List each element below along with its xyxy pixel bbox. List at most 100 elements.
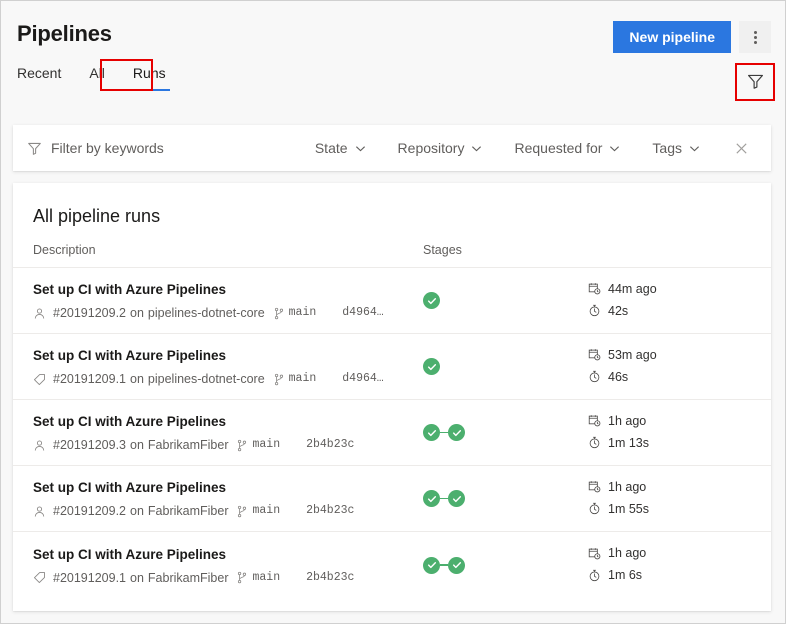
search-input[interactable]: Filter by keywords [51,140,164,156]
on-text: on [130,305,144,321]
run-id: #20191209.1 [53,371,126,387]
stage-success-icon[interactable] [423,424,440,441]
branch-name: main [289,305,317,321]
table-row[interactable]: Set up CI with Azure Pipelines #20191209… [13,532,771,598]
table-row[interactable]: Set up CI with Azure Pipelines #20191209… [13,334,771,400]
stage-connector [440,432,448,434]
stage-success-icon[interactable] [423,490,440,507]
stopwatch-icon [588,304,601,317]
stage-group [423,490,465,507]
run-title[interactable]: Set up CI with Azure Pipelines [33,280,423,300]
card-title: All pipeline runs [13,183,771,229]
funnel-icon [27,141,42,156]
run-branch: main [236,503,280,519]
stage-success-icon[interactable] [423,557,440,574]
run-repository: pipelines-dotnet-core [148,305,265,321]
table-row[interactable]: Set up CI with Azure Pipelines #20191209… [13,268,771,334]
person-icon [33,505,46,518]
new-pipeline-button[interactable]: New pipeline [613,21,731,53]
filter-repository[interactable]: Repository [382,140,499,156]
run-stages [423,358,588,375]
column-headers: Description Stages [13,229,771,268]
person-icon [33,307,46,320]
run-repository: FabrikamFiber [148,570,229,586]
page-header: Pipelines New pipeline Recent All Runs [1,1,785,111]
run-description: Set up CI with Azure Pipelines #20191209… [33,280,423,321]
run-branch: main [236,437,280,453]
run-when: 1h ago [588,477,751,497]
stage-success-icon[interactable] [423,358,440,375]
run-when: 1h ago [588,543,751,563]
run-duration-text: 46s [608,367,628,387]
more-actions-button[interactable] [739,21,771,53]
stage-success-icon[interactable] [423,292,440,309]
commit-hash: 2b4b23c [306,437,354,453]
run-when-text: 53m ago [608,345,657,365]
run-meta: #20191209.1 on FabrikamFiber main 2b4b23… [33,570,423,586]
run-timing: 53m ago 46s [588,345,751,389]
run-description: Set up CI with Azure Pipelines #20191209… [33,545,423,586]
calendar-clock-icon [588,480,601,493]
branch-name: main [252,570,280,586]
run-title[interactable]: Set up CI with Azure Pipelines [33,346,423,366]
run-title[interactable]: Set up CI with Azure Pipelines [33,545,423,565]
stage-group [423,424,465,441]
chevron-down-icon [689,143,700,154]
run-duration: 42s [588,301,751,321]
stage-success-icon[interactable] [448,424,465,441]
run-meta: #20191209.2 on pipelines-dotnet-core mai… [33,305,423,321]
tab-recent[interactable]: Recent [17,61,75,91]
run-id: #20191209.2 [53,503,126,519]
run-repository: FabrikamFiber [148,503,229,519]
run-branch: main [273,305,317,321]
filter-state-label: State [315,140,348,156]
run-when-text: 1h ago [608,411,646,431]
table-row[interactable]: Set up CI with Azure Pipelines #20191209… [13,400,771,466]
stage-success-icon[interactable] [448,490,465,507]
run-duration: 46s [588,367,751,387]
run-title[interactable]: Set up CI with Azure Pipelines [33,478,423,498]
on-text: on [130,371,144,387]
commit-hash: 2b4b23c [306,570,354,586]
tab-list: Recent All Runs [17,61,769,91]
kebab-menu-icon [754,31,757,44]
chevron-down-icon [471,143,482,154]
tab-all[interactable]: All [75,61,119,91]
tab-runs[interactable]: Runs [119,61,180,91]
run-id: #20191209.2 [53,305,126,321]
run-branch: main [236,570,280,586]
run-id: #20191209.1 [53,570,126,586]
run-stages [423,490,588,507]
run-duration: 1m 13s [588,433,751,453]
commit-hash: d4964… [342,305,383,321]
run-stages [423,292,588,309]
keyword-filter[interactable]: Filter by keywords [27,140,299,156]
commit-hash: 2b4b23c [306,503,354,519]
pipelines-page: Pipelines New pipeline Recent All Runs [0,0,786,624]
filter-state[interactable]: State [299,140,382,156]
stage-group [423,557,465,574]
filter-requested-for[interactable]: Requested for [498,140,636,156]
run-when-text: 1h ago [608,477,646,497]
calendar-clock-icon [588,547,601,560]
run-duration-text: 42s [608,301,628,321]
filter-tags[interactable]: Tags [636,140,716,156]
on-text: on [130,437,144,453]
run-repository: FabrikamFiber [148,437,229,453]
run-when: 1h ago [588,411,751,431]
run-meta: #20191209.1 on pipelines-dotnet-core mai… [33,371,423,387]
branch-name: main [252,503,280,519]
table-row[interactable]: Set up CI with Azure Pipelines #20191209… [13,466,771,532]
stage-success-icon[interactable] [448,557,465,574]
run-duration: 1m 6s [588,565,751,585]
filter-bar: Filter by keywords State Repository Requ… [13,125,771,171]
run-duration-text: 1m 13s [608,433,649,453]
filter-pills: State Repository Requested for Tags [299,140,757,156]
run-title[interactable]: Set up CI with Azure Pipelines [33,412,423,432]
run-duration-text: 1m 55s [608,499,649,519]
run-when-text: 44m ago [608,279,657,299]
run-id: #20191209.3 [53,437,126,453]
column-header-description: Description [33,243,423,257]
runs-card: All pipeline runs Description Stages Set… [13,183,771,611]
clear-filters-button[interactable] [716,141,757,156]
